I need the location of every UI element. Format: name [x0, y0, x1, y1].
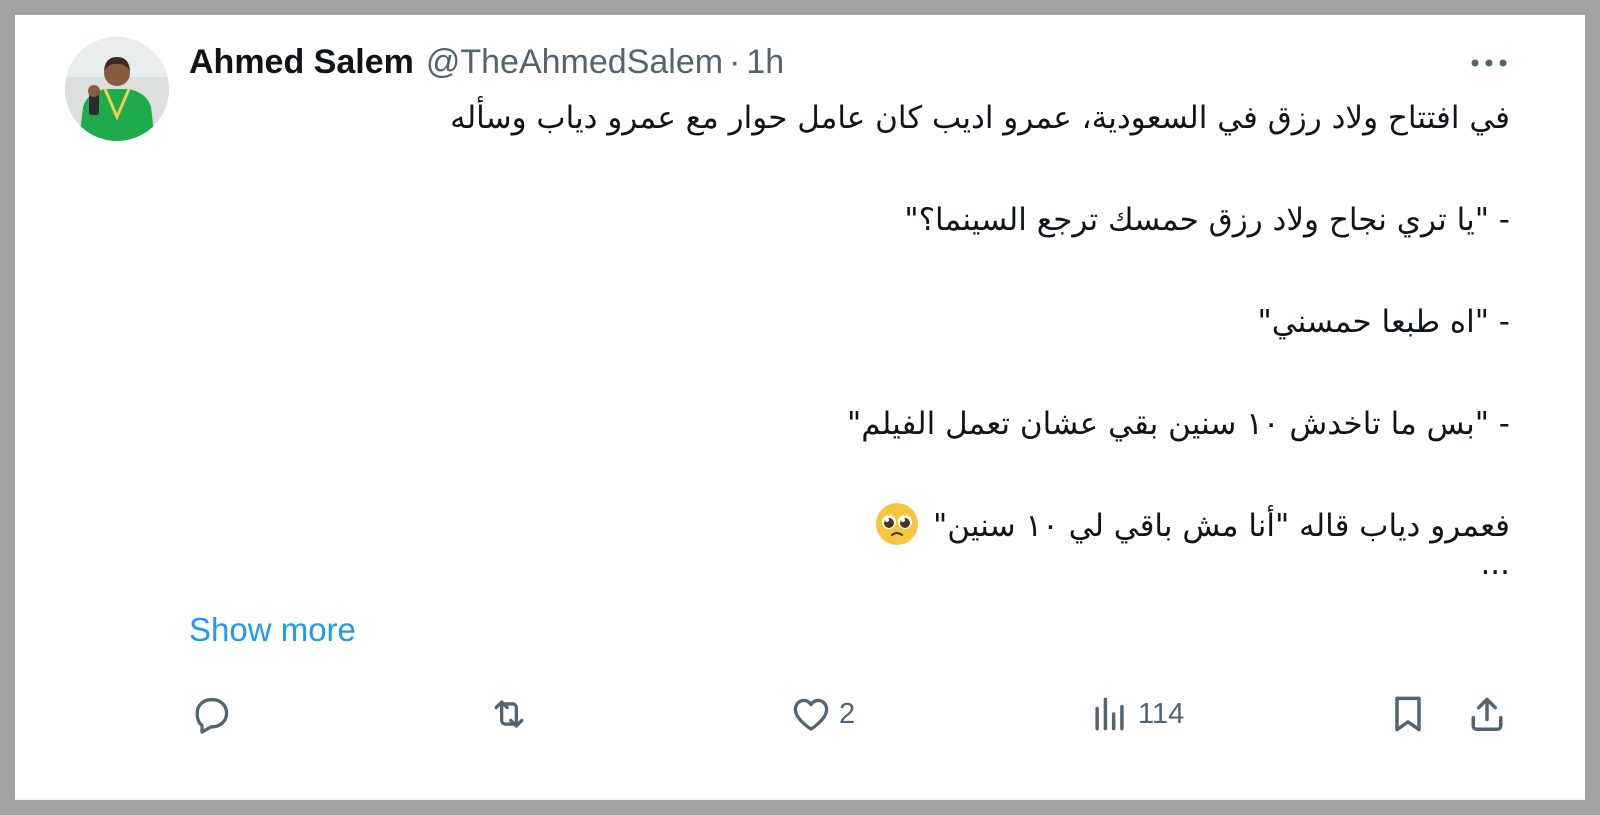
tweet-line-text: فعمرو دياب قاله "أنا مش باقي لي ١٠ سنين"	[933, 508, 1510, 544]
more-dots-icon	[1471, 59, 1507, 67]
tweet-text: في افتتاح ولاد رزق في السعودية، عمرو ادي…	[189, 93, 1510, 588]
reply-icon	[195, 698, 229, 734]
share-button[interactable]	[1465, 690, 1509, 738]
truncation-ellipsis: ...	[1480, 546, 1510, 582]
avatar[interactable]	[65, 37, 169, 141]
views-count: 114	[1138, 697, 1185, 730]
tweet-line: في افتتاح ولاد رزق في السعودية، عمرو ادي…	[450, 100, 1510, 136]
heart-icon	[793, 698, 829, 731]
bookmark-button[interactable]	[1386, 690, 1430, 738]
tweet-line-last: فعمرو دياب قاله "أنا مش باقي لي ١٠ سنين"	[189, 501, 1510, 552]
share-icon	[1471, 697, 1503, 731]
author-handle[interactable]: @TheAhmedSalem	[426, 43, 723, 82]
like-button[interactable]: 2	[789, 690, 855, 738]
separator-dot: ·	[729, 42, 741, 81]
tweet-line: - "اه طبعا حمسني"	[1257, 304, 1510, 340]
retweet-icon	[494, 700, 524, 728]
more-options-button[interactable]	[1467, 51, 1511, 75]
views-button[interactable]: 114	[1088, 690, 1184, 738]
tweet-header: Ahmed Salem @TheAhmedSalem · 1h	[189, 41, 784, 83]
tweet-line: - "بس ما تاخدش ١٠ سنين بقي عشان تعمل الف…	[846, 406, 1510, 442]
tweet-card[interactable]: Ahmed Salem @TheAhmedSalem · 1h في افتتا…	[15, 15, 1585, 800]
author-name[interactable]: Ahmed Salem	[189, 43, 414, 82]
card-divider	[15, 798, 1585, 799]
views-icon	[1095, 697, 1124, 731]
show-more-link[interactable]: Show more	[189, 611, 356, 649]
tweet-time[interactable]: 1h	[746, 43, 784, 82]
reply-button[interactable]	[189, 690, 239, 738]
tweet-line: - "يا تري نجاح ولاد رزق حمسك ترجع السينم…	[904, 202, 1510, 238]
like-count: 2	[839, 697, 856, 730]
bookmark-icon	[1395, 696, 1421, 732]
pleading-face-emoji-icon	[876, 503, 919, 545]
retweet-button[interactable]	[487, 690, 537, 738]
avatar-image	[65, 37, 169, 141]
